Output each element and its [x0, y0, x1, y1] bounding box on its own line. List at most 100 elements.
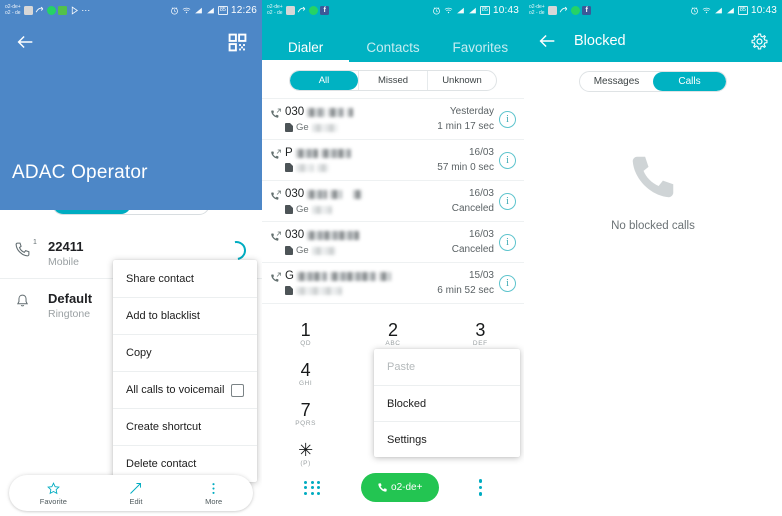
- menu-item-label: Delete contact: [126, 458, 197, 470]
- redacted-name: [307, 107, 326, 117]
- menu-item-label: Paste: [387, 361, 416, 373]
- info-icon[interactable]: i: [499, 193, 516, 210]
- edit-button[interactable]: Edit: [128, 481, 143, 506]
- redacted-name: [320, 148, 351, 158]
- signal-icon-1: [714, 6, 723, 15]
- menu-item-blocked[interactable]: Blocked: [374, 385, 520, 421]
- info-icon[interactable]: i: [499, 152, 516, 169]
- dialpad-sub: PQRS: [295, 420, 317, 427]
- page-title: ADAC Operator: [12, 162, 148, 183]
- edit-label: Edit: [129, 496, 143, 506]
- whatsapp-icon: [570, 5, 580, 15]
- call-duration: Canceled: [451, 203, 494, 214]
- info-icon[interactable]: i: [499, 234, 516, 251]
- gear-icon[interactable]: [746, 28, 772, 54]
- facebook-icon: f: [582, 5, 592, 15]
- dialpad-key-1[interactable]: 1 QD: [262, 314, 349, 354]
- call-number: 030: [285, 106, 305, 118]
- tab-contacts[interactable]: Contacts: [349, 40, 436, 62]
- menu-item-create-shortcut[interactable]: Create shortcut: [113, 408, 257, 445]
- table-row[interactable]: 030 Ge 16/03 Canceled i: [262, 222, 524, 263]
- panel-dialer: o2-de+ o2 - de f 85 10:43 Dialer Contact…: [262, 0, 524, 516]
- clock-panel2: 10:43: [492, 4, 519, 16]
- call-duration: Canceled: [451, 244, 494, 255]
- share-icon: [35, 6, 44, 15]
- status-bar-panel2: o2-de+ o2 - de f 85 10:43: [262, 0, 524, 20]
- contact-overflow-menu: Share contact Add to blacklist Copy All …: [113, 260, 257, 482]
- phone-icon: [377, 482, 388, 493]
- table-row[interactable]: 030 Ge 16/03 Canceled i: [262, 181, 524, 222]
- battery-indicator: 85: [737, 5, 748, 15]
- filter-all[interactable]: All: [290, 71, 358, 90]
- info-icon[interactable]: i: [499, 275, 516, 292]
- redacted-sim: [317, 163, 329, 172]
- toggle-messages[interactable]: Messages: [580, 72, 653, 91]
- qr-code-icon[interactable]: [224, 29, 250, 55]
- sim-label: Ge: [296, 245, 309, 256]
- menu-item-paste[interactable]: Paste: [374, 349, 520, 385]
- play-icon: [70, 5, 79, 15]
- sim-card-icon: [285, 246, 293, 255]
- table-row[interactable]: G 15/03 6 min 52 sec i: [262, 263, 524, 304]
- call-date: 16/03: [468, 188, 494, 199]
- ringtone-label: Ringtone: [48, 308, 91, 320]
- dialpad-digit: 2: [387, 320, 398, 340]
- menu-item-label: All calls to voicemail: [126, 384, 225, 396]
- overflow-icon[interactable]: [478, 479, 482, 496]
- status-bar-panel1: o2-de+ o2 - de ⋯ 85 12:26: [0, 0, 262, 20]
- keypad-icon[interactable]: [304, 480, 321, 495]
- redacted-name: [330, 189, 343, 199]
- dialpad-key-2[interactable]: 2 ABC: [349, 314, 436, 354]
- redacted-name: [307, 230, 360, 240]
- menu-item-add-to-blacklist[interactable]: Add to blacklist: [113, 297, 257, 334]
- tab-favorites[interactable]: Favorites: [437, 40, 524, 62]
- call-button[interactable]: o2-de+: [360, 473, 439, 502]
- table-row[interactable]: P 16/03 57 min 0 sec i: [262, 140, 524, 181]
- menu-item-share-contact[interactable]: Share contact: [113, 260, 257, 297]
- menu-item-copy[interactable]: Copy: [113, 334, 257, 371]
- dialpad-key-star[interactable]: ✳ (P): [262, 434, 349, 474]
- sim-card-icon: [285, 163, 293, 172]
- dialpad-key-7[interactable]: 7 PQRS: [262, 394, 349, 434]
- redacted-sim: [296, 163, 314, 172]
- redacted-sim: [311, 123, 338, 132]
- favorite-button[interactable]: Favorite: [40, 481, 67, 506]
- dialpad-sub: ABC: [385, 340, 401, 347]
- redacted-name: [295, 148, 318, 158]
- whatsapp-icon: [46, 5, 56, 15]
- star-icon: [46, 481, 61, 496]
- dialpad-sub: (P): [300, 460, 311, 467]
- menu-item-settings[interactable]: Settings: [374, 421, 520, 457]
- redacted-sim: [296, 286, 342, 295]
- page-title: Blocked: [574, 33, 626, 49]
- dialpad-key-4[interactable]: 4 GHI: [262, 354, 349, 394]
- alarm-icon: [432, 6, 441, 15]
- tab-dialer[interactable]: Dialer: [262, 40, 350, 62]
- toggle-calls[interactable]: Calls: [653, 72, 726, 91]
- clock-panel1: 12:26: [230, 4, 257, 16]
- dialpad-digit: 4: [300, 360, 311, 380]
- call-duration: 6 min 52 sec: [437, 285, 494, 296]
- share-icon: [559, 6, 568, 15]
- photo-icon: [285, 5, 295, 15]
- panel-blocked: o2-de+ o2 - de f 85 10:43 Blocked Messag…: [524, 0, 782, 516]
- more-button[interactable]: More: [205, 481, 222, 506]
- sim-card-icon: [285, 123, 293, 132]
- more-label: More: [205, 496, 223, 506]
- info-icon[interactable]: i: [499, 111, 516, 128]
- back-arrow-icon[interactable]: [12, 29, 38, 55]
- filter-unknown[interactable]: Unknown: [427, 71, 496, 90]
- back-arrow-icon[interactable]: [534, 28, 560, 54]
- table-row[interactable]: 030 Ge Yesterday 1 min 17 sec i: [262, 99, 524, 140]
- menu-item-all-calls-to-voicemail[interactable]: All calls to voicemail: [113, 371, 257, 408]
- phone-icon: 1: [14, 239, 48, 258]
- bell-icon: [14, 291, 48, 310]
- filter-missed[interactable]: Missed: [358, 71, 427, 90]
- dialer-tabs: Dialer Contacts Favorites: [262, 20, 524, 62]
- contact-header: o2-de+ o2 - de ⋯ 85 12:26 ADAC Operator: [0, 0, 262, 210]
- dialpad-digit: 7: [300, 400, 311, 420]
- dialpad-key-3[interactable]: 3 DEF: [437, 314, 524, 354]
- status-bar-panel3: o2-de+ o2 - de f 85 10:43: [524, 0, 782, 20]
- favorite-label: Favorite: [39, 496, 67, 506]
- voicemail-checkbox[interactable]: [231, 383, 244, 397]
